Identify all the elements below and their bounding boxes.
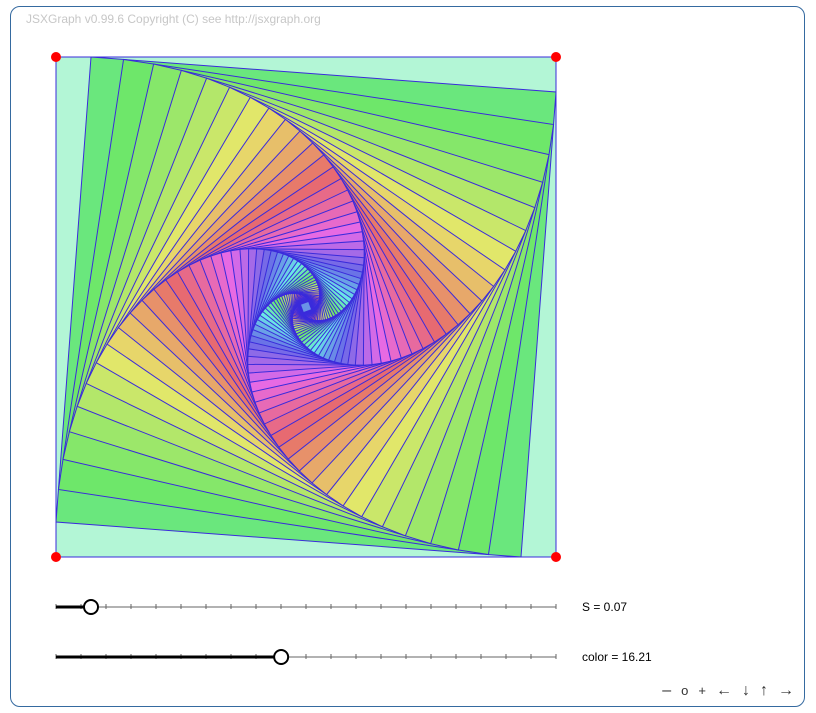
navigation-bar: – o + ← ↓ ↑ →: [662, 681, 794, 701]
slider-s-value-label: S = 0.07: [582, 600, 628, 614]
corner-point-2[interactable]: [551, 52, 561, 62]
jsxgraph-board[interactable]: JSXGraph v0.99.6 Copyright (C) see http:…: [10, 6, 805, 707]
corner-point-1[interactable]: [51, 52, 61, 62]
slider-color-handle[interactable]: [273, 649, 290, 665]
slider-color-value-label: color = 16.21: [582, 650, 652, 664]
zoom-reset-button[interactable]: o: [681, 681, 688, 701]
corner-point-3[interactable]: [551, 552, 561, 562]
slider-S-handle[interactable]: [83, 599, 99, 615]
corner-point-4[interactable]: [51, 552, 61, 562]
construction-canvas[interactable]: [11, 7, 805, 707]
pan-right-button[interactable]: →: [778, 681, 794, 701]
pan-left-button[interactable]: ←: [716, 681, 732, 701]
square-spiral: [55, 56, 557, 558]
zoom-out-button[interactable]: –: [662, 681, 671, 701]
zoom-in-button[interactable]: +: [698, 681, 706, 701]
pan-up-button[interactable]: ↑: [760, 681, 768, 701]
slider-group[interactable]: [55, 599, 557, 665]
pan-down-button[interactable]: ↓: [742, 681, 750, 701]
